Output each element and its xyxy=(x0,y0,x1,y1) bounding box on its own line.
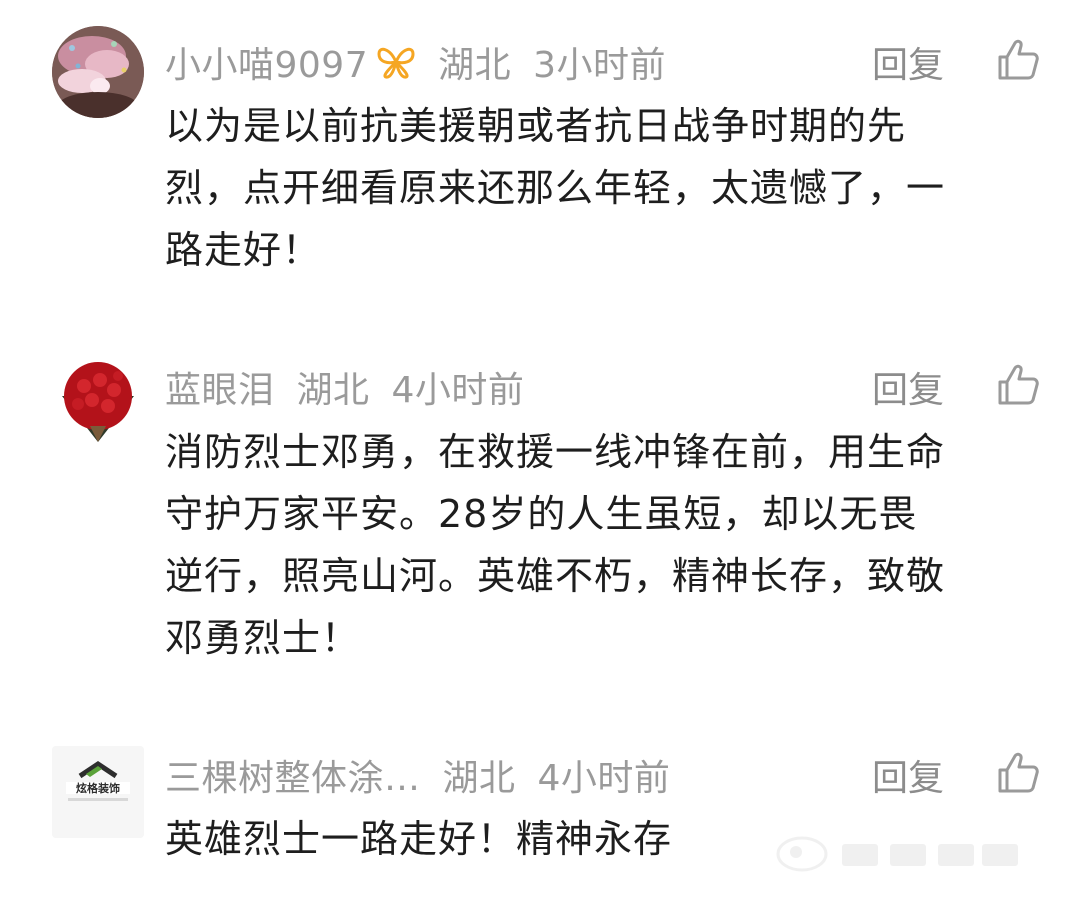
timestamp: 4小时前 xyxy=(391,370,525,411)
watermark-logo xyxy=(772,828,1022,878)
timestamp: 4小时前 xyxy=(537,758,671,799)
comment-text-line: 逆行，照亮山河。英雄不朽，精神长存，致敬 xyxy=(165,554,946,598)
comment-text-line: 守护万家平安。28岁的人生虽短，却以无畏 xyxy=(165,492,918,536)
comment-text-line: 以为是以前抗美援朝或者抗日战争时期的先 xyxy=(165,104,907,148)
comment-meta: 小小喵9097 湖北 3小时前 xyxy=(165,37,666,87)
avatar-logo-text: 炫格装饰 xyxy=(76,781,120,795)
reply-button[interactable]: 回复 xyxy=(872,362,944,412)
thumbs-up-icon[interactable] xyxy=(996,38,1040,82)
comment-meta: 三棵树整体涂… 湖北 4小时前 xyxy=(165,750,670,800)
location: 湖北 xyxy=(438,45,512,86)
avatar[interactable] xyxy=(52,356,144,448)
location: 湖北 xyxy=(296,370,370,411)
thumbs-up-icon[interactable] xyxy=(996,363,1040,407)
timestamp: 3小时前 xyxy=(533,45,667,86)
butterfly-badge-icon xyxy=(376,44,416,80)
comment-meta: 蓝眼泪 湖北 4小时前 xyxy=(165,362,524,412)
comment-text-line: 烈，点开细看原来还那么年轻，太遗憾了，一 xyxy=(165,166,946,210)
username[interactable]: 小小喵9097 xyxy=(165,36,368,88)
location: 湖北 xyxy=(442,758,516,799)
comment-text-line: 邓勇烈士！ xyxy=(165,616,361,660)
comment-text: 以为是以前抗美援朝或者抗日战争时期的先 烈，点开细看原来还那么年轻，太遗憾了，一… xyxy=(165,95,1045,281)
username[interactable]: 蓝眼泪 xyxy=(165,361,275,413)
comment-text-line: 路走好！ xyxy=(165,228,322,272)
avatar[interactable]: 炫格装饰 xyxy=(52,746,144,838)
reply-button[interactable]: 回复 xyxy=(872,37,944,87)
thumbs-up-icon[interactable] xyxy=(996,751,1040,795)
avatar[interactable] xyxy=(52,26,144,118)
comment-text: 消防烈士邓勇，在救援一线冲锋在前，用生命 守护万家平安。28岁的人生虽短，却以无… xyxy=(165,421,1045,669)
reply-button[interactable]: 回复 xyxy=(872,750,944,800)
comment-text-line: 消防烈士邓勇，在救援一线冲锋在前，用生命 xyxy=(165,430,946,474)
username[interactable]: 三棵树整体涂… xyxy=(165,749,421,801)
